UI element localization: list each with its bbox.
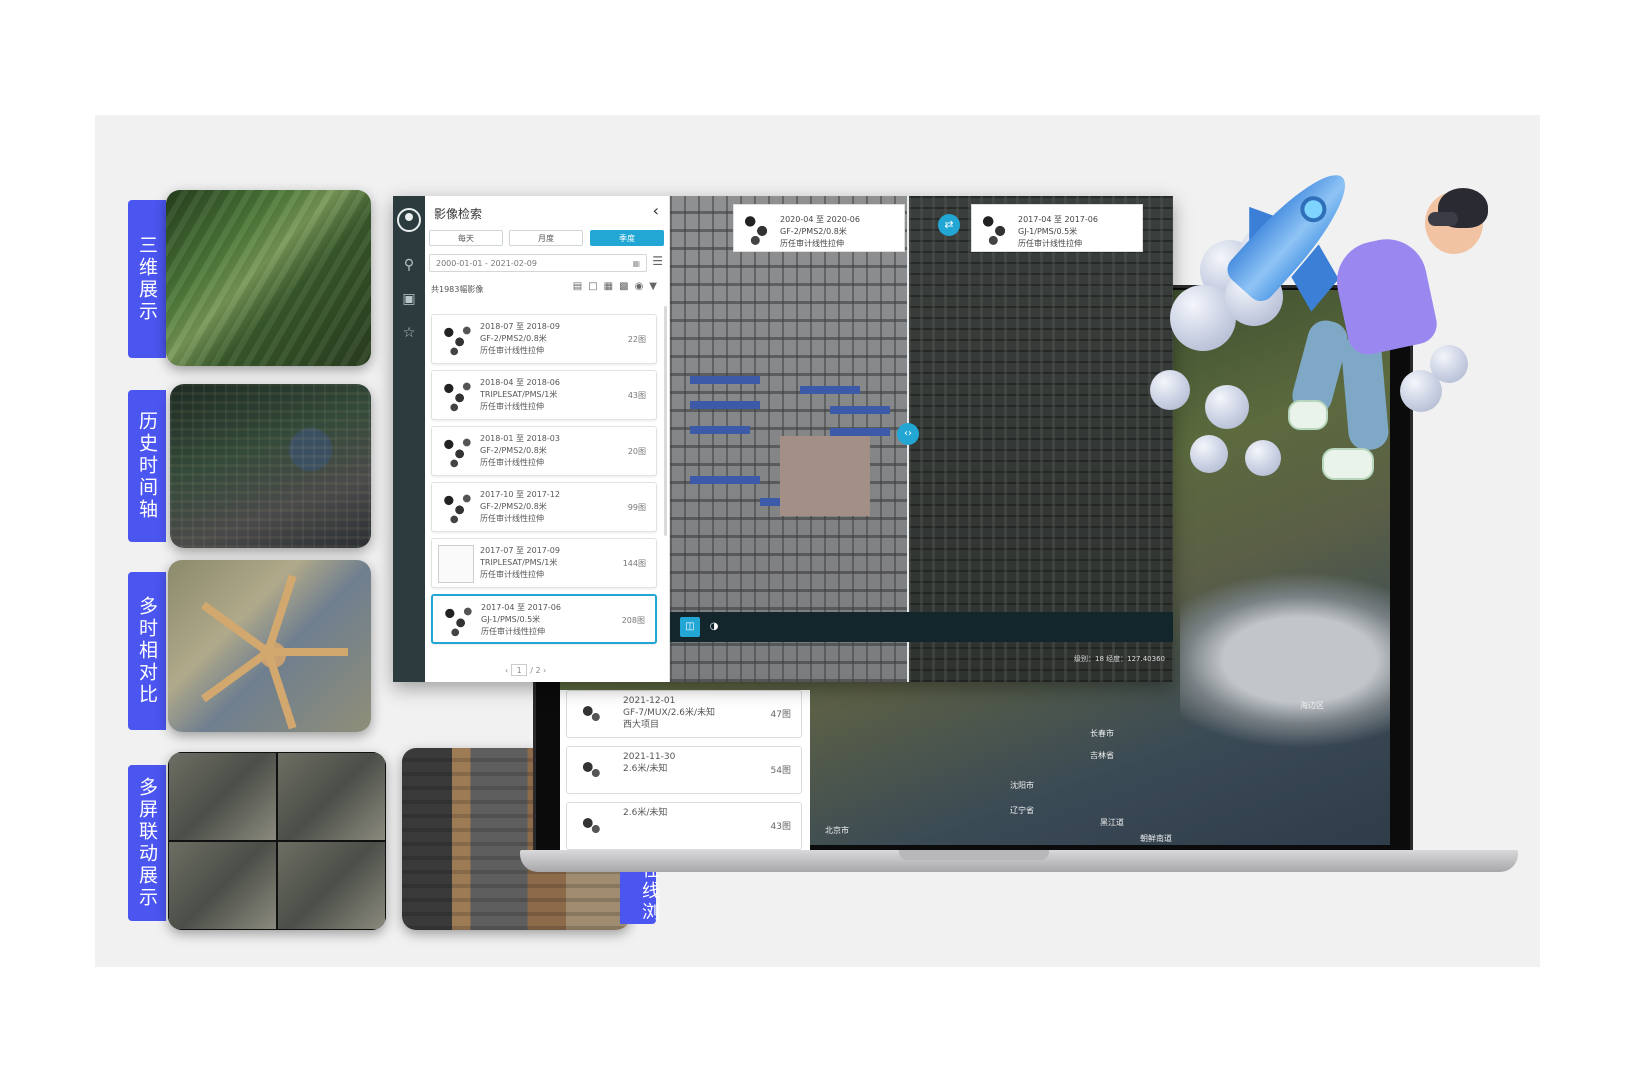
list-item[interactable]: 2018-04 至 2018-06 TRIPLESAT/PMS/1米 历任审计线性拉… (431, 370, 657, 420)
panel-title: 影像检索 (434, 207, 483, 221)
figure-goggle (1428, 212, 1458, 226)
feature-label-timeline: 历史时间轴 (128, 390, 166, 542)
list-item-selected[interactable]: 2017-04 至 2017-06 GJ-1/PMS/0.5米 历任审计线性拉伸 2… (431, 594, 657, 644)
figure-shoe (1322, 448, 1374, 480)
laptop-notch (899, 850, 1049, 860)
map-label: 海边区 (1300, 701, 1324, 710)
tab-quarterly[interactable]: 季度 (590, 230, 664, 246)
page-current[interactable]: 1 (511, 664, 528, 676)
feature-label-3d: 三维展示 (128, 200, 166, 358)
feature-label-multiscreen: 多屏联动展示 (128, 765, 166, 921)
date-range-input[interactable]: 2000-01-01 - 2021-02-09 ▦ (429, 254, 647, 272)
right-image-info: 2017-04 至 2017-06 GJ-1/PMS/0.5米 历任审计线性拉伸 (971, 204, 1143, 252)
map-status: 级别：18 经度：127.40360 (1074, 655, 1165, 663)
collapse-chevron-icon[interactable]: ‹ (653, 201, 659, 220)
layers-icon[interactable]: ▣ (400, 290, 418, 308)
image-thumbnail (438, 545, 474, 583)
pagination[interactable]: ‹ 1/ 2 › (505, 664, 546, 676)
map-label: 长春市 (1090, 729, 1114, 738)
compare-image-right[interactable] (908, 196, 1173, 682)
list-item[interactable]: 2.6米/未知 43图 (566, 802, 802, 850)
swap-icon[interactable]: ⇄ (938, 214, 960, 236)
user-avatar-icon[interactable] (397, 208, 421, 232)
left-nav: ⚲ ▣ ☆ (393, 196, 425, 682)
split-handle-icon[interactable]: ‹› (897, 423, 919, 445)
list-item[interactable]: 2018-07 至 2018-09 GF-2/PMS2/0.8米 历任审计线性拉伸 … (431, 314, 657, 364)
result-count: 共1983幅影像 (431, 285, 484, 294)
image-thumbnail (575, 811, 607, 841)
list-view-icon[interactable]: ☰ (652, 254, 663, 268)
feature-image-timeline (170, 384, 371, 548)
split-view-icon[interactable]: ◫ (680, 617, 700, 637)
smoke-bubble (1150, 370, 1190, 410)
search-panel: 影像检索 ‹ 每天 月度 季度 2000-01-01 - 2021-02-09 ▦… (425, 196, 670, 682)
figure-shoe (1288, 400, 1328, 430)
image-thumbnail (575, 755, 607, 785)
image-thumbnail (978, 210, 1012, 248)
image-thumbnail (438, 489, 474, 527)
feature-image-multiscreen (168, 752, 386, 930)
smoke-bubble (1205, 385, 1249, 429)
map-label: 吉林省 (1090, 751, 1114, 760)
feature-label-multitemporal: 多时相对比 (128, 572, 166, 730)
list-item[interactable]: 2021-12-01 GF-7/MUX/2.6米/未知 西大项目 47图 (566, 690, 802, 738)
map-label: 黑江道 (1100, 818, 1124, 827)
image-thumbnail (438, 321, 474, 359)
map-label: 辽宁省 (1010, 806, 1034, 815)
imagery-app-window: ⚲ ▣ ☆ 影像检索 ‹ 每天 月度 季度 2000-01-01 - 2021-… (393, 196, 1173, 682)
compare-image-left[interactable] (670, 196, 908, 682)
list-item[interactable]: 2018-01 至 2018-03 GF-2/PMS2/0.8米 历任审计线性拉伸 … (431, 426, 657, 476)
image-thumbnail (740, 210, 774, 248)
calendar-icon: ▦ (632, 259, 640, 268)
feature-image-3d (166, 190, 371, 366)
tab-daily[interactable]: 每天 (429, 230, 503, 246)
map-label: 北京市 (825, 826, 849, 835)
scrollbar[interactable] (664, 306, 667, 536)
tab-monthly[interactable]: 月度 (509, 230, 583, 246)
feature-image-multitemporal (168, 560, 371, 732)
image-thumbnail (575, 699, 607, 729)
map-label: 朝鲜南道 (1140, 834, 1172, 843)
list-item[interactable]: 2017-10 至 2017-12 GF-2/PMS2/0.8米 历任审计线性拉伸 … (431, 482, 657, 532)
left-image-info: 2020-04 至 2020-06 GF-2/PMS2/0.8米 历任审计线性拉伸 (733, 204, 905, 252)
opacity-icon[interactable]: ◑ (704, 617, 724, 637)
smoke-bubble (1430, 345, 1468, 383)
search-icon[interactable]: ⚲ (400, 256, 418, 274)
toolbar-icons[interactable]: ▤□▦▩◉▼ (573, 281, 663, 292)
image-thumbnail (438, 433, 474, 471)
smoke-bubble (1190, 435, 1228, 473)
image-thumbnail (439, 602, 475, 640)
list-item[interactable]: 2021-11-30 2.6米/未知 54图 (566, 746, 802, 794)
laptop-result-list: 2021-12-01 GF-7/MUX/2.6米/未知 西大项目 47图 2021-… (560, 690, 810, 850)
smoke-bubble (1245, 440, 1281, 476)
star-icon[interactable]: ☆ (400, 324, 418, 342)
map-label: 沈阳市 (1010, 781, 1034, 790)
list-item[interactable]: 2017-07 至 2017-09 TRIPLESAT/PMS/1米 历任审计线性拉… (431, 538, 657, 588)
compare-toolbar: ◫ ◑ (670, 612, 1173, 642)
image-thumbnail (438, 377, 474, 415)
